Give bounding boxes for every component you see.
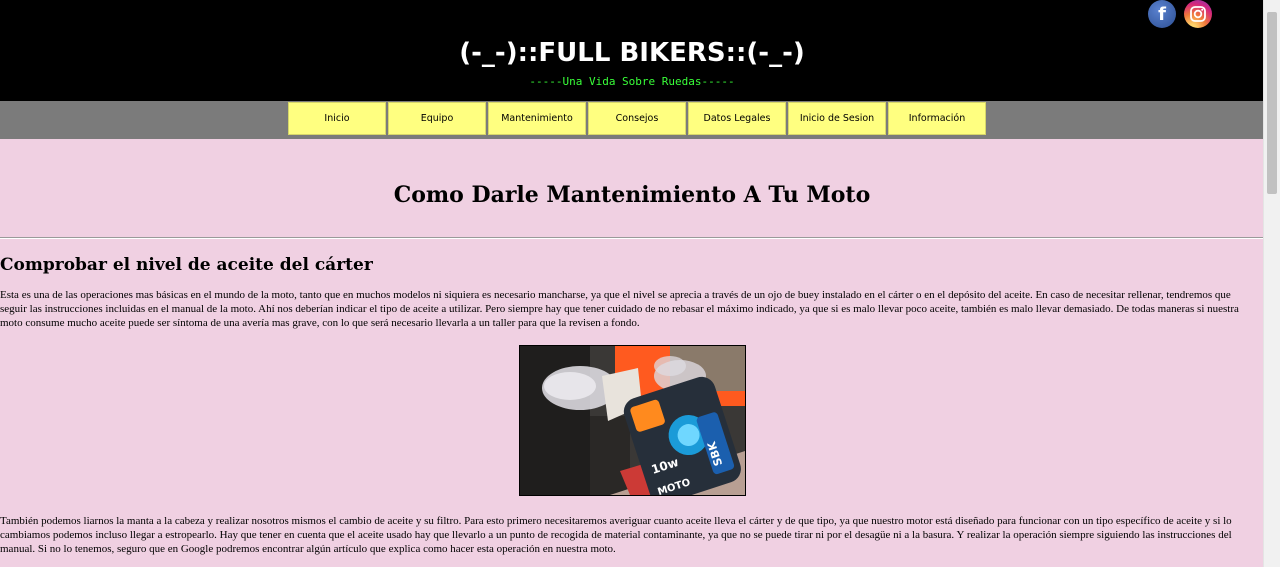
paragraph-oil-check: Esta es una de las operaciones mas básic… xyxy=(0,289,1239,329)
nav-list: Inicio Equipo Mantenimiento Consejos Dat… xyxy=(288,102,986,135)
instagram-glyph xyxy=(1190,6,1206,22)
page: (-_-)::FULL BIKERS::(-_-) -----Una Vida … xyxy=(0,0,1264,567)
oil-change-illustration: SBK 10w MOTO xyxy=(520,346,745,495)
scrollbar-thumb[interactable] xyxy=(1267,12,1277,194)
facebook-icon[interactable]: f xyxy=(1148,0,1176,28)
divider xyxy=(0,237,1264,239)
nav-item-consejos[interactable]: Consejos xyxy=(588,102,686,135)
nav-item-inicio-sesion[interactable]: Inicio de Sesion xyxy=(788,102,886,135)
page-scrollbar[interactable] xyxy=(1263,0,1280,567)
facebook-glyph: f xyxy=(1158,3,1166,25)
nav-item-inicio[interactable]: Inicio xyxy=(288,102,386,135)
nav-item-informacion[interactable]: Información xyxy=(888,102,986,135)
page-title: Como Darle Mantenimiento A Tu Moto xyxy=(393,182,871,208)
section-title: Comprobar el nivel de aceite del cárter xyxy=(0,255,373,275)
site-header: (-_-)::FULL BIKERS::(-_-) -----Una Vida … xyxy=(0,0,1264,101)
social-links: f xyxy=(1148,0,1212,28)
site-title: (-_-)::FULL BIKERS::(-_-) xyxy=(459,38,805,68)
nav-item-datos-legales[interactable]: Datos Legales xyxy=(688,102,786,135)
nav-item-equipo[interactable]: Equipo xyxy=(388,102,486,135)
oil-change-photo: SBK 10w MOTO xyxy=(519,345,746,496)
site-subtitle: -----Una Vida Sobre Ruedas----- xyxy=(529,75,735,88)
instagram-icon[interactable] xyxy=(1184,0,1212,28)
main-nav: Inicio Equipo Mantenimiento Consejos Dat… xyxy=(0,101,1264,139)
paragraph-oil-change: También podemos liarnos la manta a la ca… xyxy=(0,515,1232,555)
nav-item-mantenimiento[interactable]: Mantenimiento xyxy=(488,102,586,135)
